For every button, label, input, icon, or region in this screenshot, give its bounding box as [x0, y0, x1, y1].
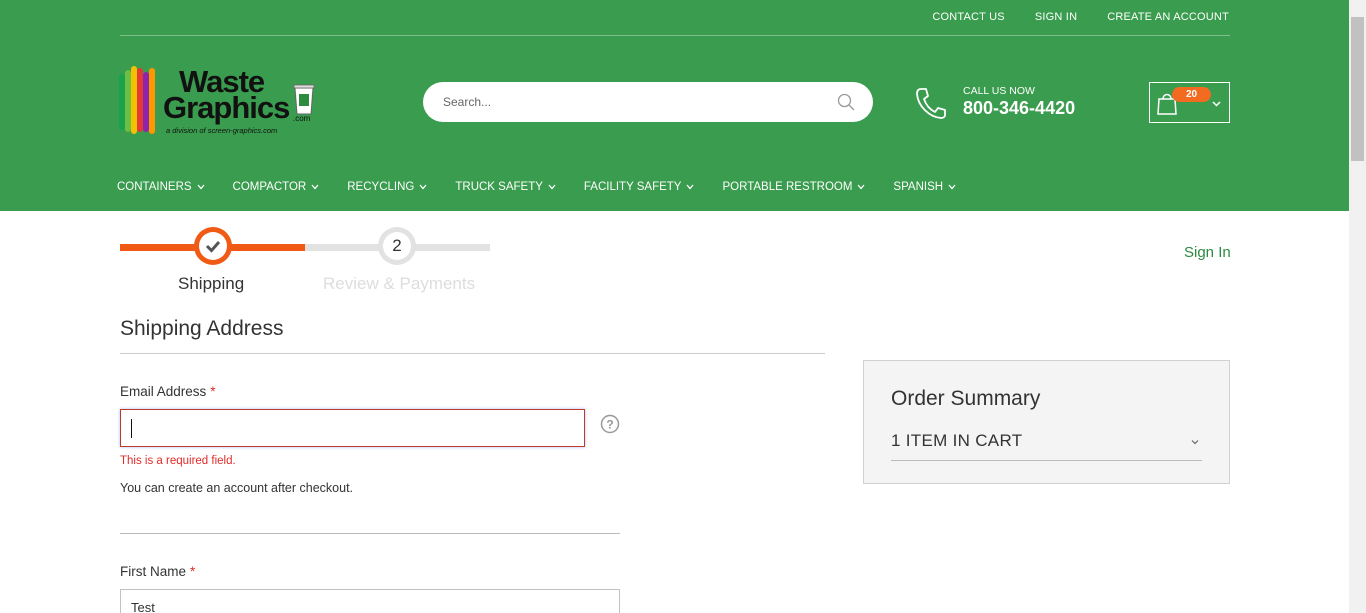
nav-item-spanish[interactable]: SPANISH — [893, 181, 956, 193]
search-bar — [423, 82, 873, 122]
items-in-cart-toggle[interactable]: 1 ITEM IN CART — [891, 431, 1022, 451]
logo-word-graphics: Graphics — [163, 90, 290, 125]
nav-item-label: TRUCK SAFETY — [455, 181, 543, 193]
chevron-down-icon — [686, 184, 694, 190]
logo-bars — [119, 66, 159, 134]
checkout-page: CONTACT US SIGN IN CREATE AN ACCOUNT Was… — [0, 0, 1366, 613]
nav-item-recycling[interactable]: RECYCLING — [347, 181, 427, 193]
chevron-down-icon — [857, 184, 865, 190]
required-marker: * — [190, 564, 196, 579]
email-label: Email Address * — [120, 384, 216, 399]
order-summary-title: Order Summary — [891, 387, 1041, 410]
nav-item-facility-safety[interactable]: FACILITY SAFETY — [584, 181, 695, 193]
nav-item-label: FACILITY SAFETY — [583, 181, 682, 193]
chevron-down-icon — [548, 184, 556, 190]
first-name-label-text: First Name — [120, 564, 187, 579]
order-summary: Order Summary 1 ITEM IN CART — [863, 360, 1230, 484]
main-nav: CONTAINERS COMPACTOR RECYCLING TRUCK SAF… — [117, 181, 984, 193]
header-divider — [120, 35, 1230, 36]
progress-step-number: 2 — [383, 232, 411, 260]
checkout-progress: 2 Shipping Review & Payments — [120, 226, 500, 296]
help-icon[interactable]: ? — [600, 414, 620, 434]
trash-can-icon — [293, 84, 315, 115]
top-links: CONTACT US SIGN IN CREATE AN ACCOUNT — [932, 11, 1229, 23]
account-note: You can create an account after checkout… — [120, 481, 354, 495]
search-input[interactable] — [443, 92, 823, 112]
progress-label-shipping: Shipping — [178, 274, 245, 293]
svg-text:?: ? — [606, 418, 613, 432]
progress-step-shipping — [194, 227, 232, 265]
page-scrollbar[interactable] — [1349, 0, 1366, 613]
site-logo[interactable]: Waste Graphics .com a division of screen… — [119, 64, 319, 136]
shipping-address-title: Shipping Address — [120, 317, 284, 340]
email-field[interactable] — [120, 409, 585, 447]
nav-item-label: CONTAINERS — [117, 181, 192, 193]
nav-item-truck-safety[interactable]: TRUCK SAFETY — [455, 181, 556, 193]
search-icon[interactable] — [837, 93, 855, 111]
progress-step-review: 2 — [378, 227, 416, 265]
call-us-label: CALL US NOW — [963, 85, 1035, 97]
chevron-down-icon — [311, 184, 319, 190]
chevron-down-icon — [197, 184, 205, 190]
site-header: CONTACT US SIGN IN CREATE AN ACCOUNT Was… — [0, 0, 1349, 211]
mini-cart-button[interactable]: 20 — [1149, 82, 1230, 123]
nav-item-label: COMPACTOR — [232, 181, 307, 193]
sign-in-link[interactable]: SIGN IN — [1035, 11, 1077, 23]
create-account-link[interactable]: CREATE AN ACCOUNT — [1107, 11, 1229, 23]
nav-item-compactor[interactable]: COMPACTOR — [233, 181, 320, 193]
chevron-down-icon[interactable] — [1191, 438, 1199, 446]
nav-item-portable-restroom[interactable]: PORTABLE RESTROOM — [722, 181, 865, 193]
summary-divider — [891, 460, 1202, 461]
phone-icon — [916, 88, 946, 119]
section-divider — [120, 353, 825, 354]
nav-item-label: SPANISH — [893, 181, 944, 193]
required-marker: * — [210, 384, 216, 399]
cart-count-badge: 20 — [1172, 87, 1211, 102]
email-label-text: Email Address — [120, 384, 207, 399]
nav-item-containers[interactable]: CONTAINERS — [117, 181, 205, 193]
chevron-down-icon — [948, 184, 956, 190]
chevron-down-icon — [1212, 101, 1221, 107]
nav-item-label: RECYCLING — [347, 181, 415, 193]
form-divider — [120, 533, 620, 534]
email-error-message: This is a required field. — [120, 455, 236, 467]
progress-label-review: Review & Payments — [323, 274, 476, 293]
checkmark-icon — [202, 235, 224, 257]
scrollbar-thumb[interactable] — [1351, 17, 1364, 161]
chevron-down-icon — [419, 184, 427, 190]
text-cursor — [131, 419, 132, 438]
nav-item-label: PORTABLE RESTROOM — [722, 181, 853, 193]
contact-us-link[interactable]: CONTACT US — [932, 11, 1005, 23]
first-name-field[interactable]: Test — [120, 589, 620, 613]
checkout-sign-in-link[interactable]: Sign In — [1184, 244, 1231, 261]
call-us-number[interactable]: 800-346-4420 — [963, 98, 1075, 119]
logo-tagline: a division of screen-graphics.com — [166, 126, 278, 135]
first-name-label: First Name * — [120, 564, 195, 579]
